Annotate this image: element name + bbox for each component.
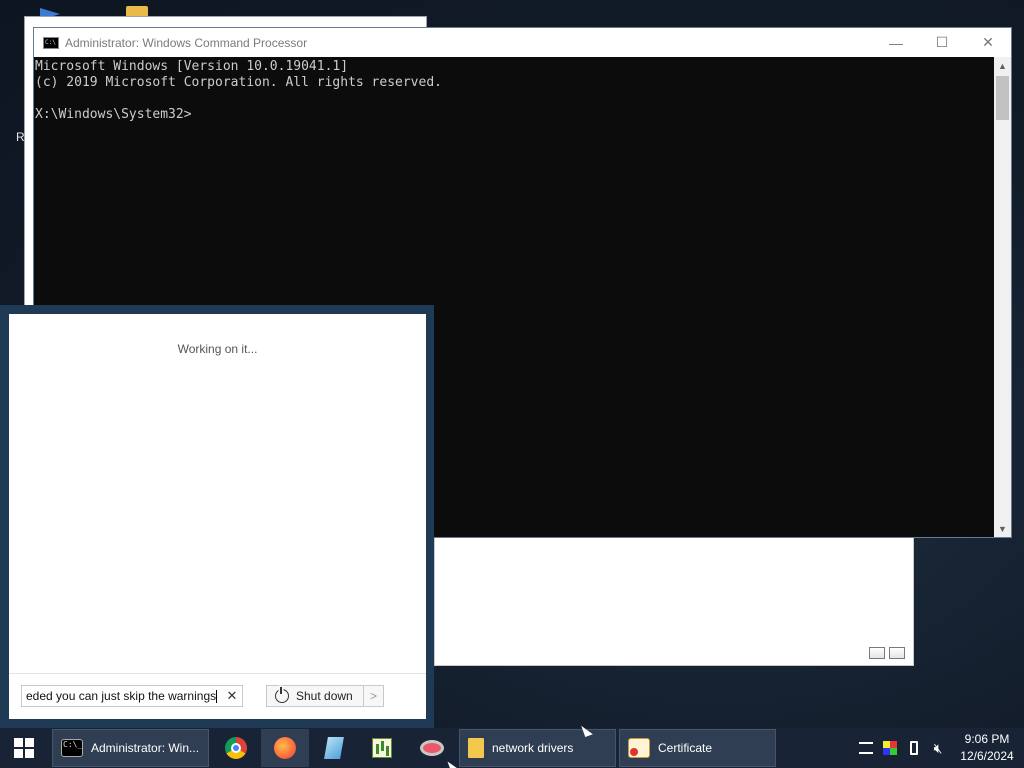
volume-tray-button[interactable]: 🔇︎ [926,728,950,768]
clear-search-icon[interactable]: ✕ [222,688,242,704]
display-tray-button[interactable] [878,728,902,768]
firefox-icon [274,737,296,759]
details-view-icon[interactable] [869,647,885,659]
scrollbar-thumb[interactable] [996,76,1009,120]
folder-icon [468,738,484,758]
clock-date: 12/6/2024 [960,749,1014,763]
paint-icon [420,740,444,756]
cmd-scrollbar[interactable]: ▲ ▼ [994,57,1011,537]
shut-down-label: Shut down [296,689,353,703]
console-line: Microsoft Windows [Version 10.0.19041.1] [35,59,349,74]
notepad-taskbar-button[interactable] [310,729,358,767]
chart-app-taskbar-button[interactable] [358,729,406,767]
chart-app-icon [372,738,392,758]
cmd-app-icon [43,36,59,49]
clock-time: 9:06 PM [964,732,1010,746]
background-window-lower[interactable] [434,536,914,666]
shut-down-button[interactable]: Shut down > [266,685,384,707]
taskbar-item-certificate[interactable]: Certificate [619,729,776,767]
text-caret [216,690,218,704]
maximize-button[interactable]: ☐ [919,28,965,57]
search-value: eded you can just skip the warnings [26,688,217,703]
power-icon [275,687,289,703]
chrome-taskbar-button[interactable] [212,729,260,767]
notepad-icon [324,737,344,759]
start-button[interactable] [0,728,48,768]
system-tray: 🔇︎ 9:06 PM 12/6/2024 [854,728,1024,768]
console-line: ​ [35,91,993,107]
loading-status: Working on it... [177,342,258,356]
display-settings-icon [883,741,897,755]
taskbar: C:\_ Administrator: Win... network drive… [0,728,1024,768]
taskbar-item-label: Administrator: Win... [91,741,200,755]
start-menu-panel: Working on it... eded you can just skip … [9,314,426,719]
windows-logo-icon [14,738,34,758]
network-tray-button[interactable] [854,728,878,768]
taskbar-item-label: Certificate [658,741,713,755]
cmd-window-title: Administrator: Windows Command Processor [65,35,308,50]
cmd-icon: C:\_ [61,739,83,757]
firefox-taskbar-button[interactable] [261,729,309,767]
console-line: (c) 2019 Microsoft Corporation. All righ… [35,75,442,90]
search-input-text[interactable]: eded you can just skip the warnings [26,688,222,704]
usb-device-icon [910,741,918,755]
close-button[interactable]: ✕ [965,28,1011,57]
network-icon [859,742,873,754]
scroll-up-arrow-icon[interactable]: ▲ [994,57,1011,74]
taskbar-item-cmd[interactable]: C:\_ Administrator: Win... [52,729,209,767]
start-menu: Working on it... eded you can just skip … [0,305,434,729]
chrome-icon [225,737,247,759]
large-icons-view-icon[interactable] [889,647,905,659]
divider [9,673,426,674]
console-prompt-line: X:\Windows\System32> [35,107,192,122]
start-search-input[interactable]: eded you can just skip the warnings ✕ [21,685,243,707]
shut-down-options-chevron-icon[interactable]: > [363,686,383,706]
scroll-down-arrow-icon[interactable]: ▼ [994,520,1011,537]
minimize-button[interactable]: — [873,28,919,57]
clock[interactable]: 9:06 PM 12/6/2024 [950,731,1024,765]
taskbar-item-label: network drivers [492,741,574,755]
cmd-titlebar[interactable]: Administrator: Windows Command Processor… [34,28,1011,57]
taskbar-item-network-drivers[interactable]: network drivers [459,729,616,767]
usb-tray-button[interactable] [902,728,926,768]
certificate-icon [628,738,650,758]
volume-muted-icon: 🔇︎ [933,739,943,756]
